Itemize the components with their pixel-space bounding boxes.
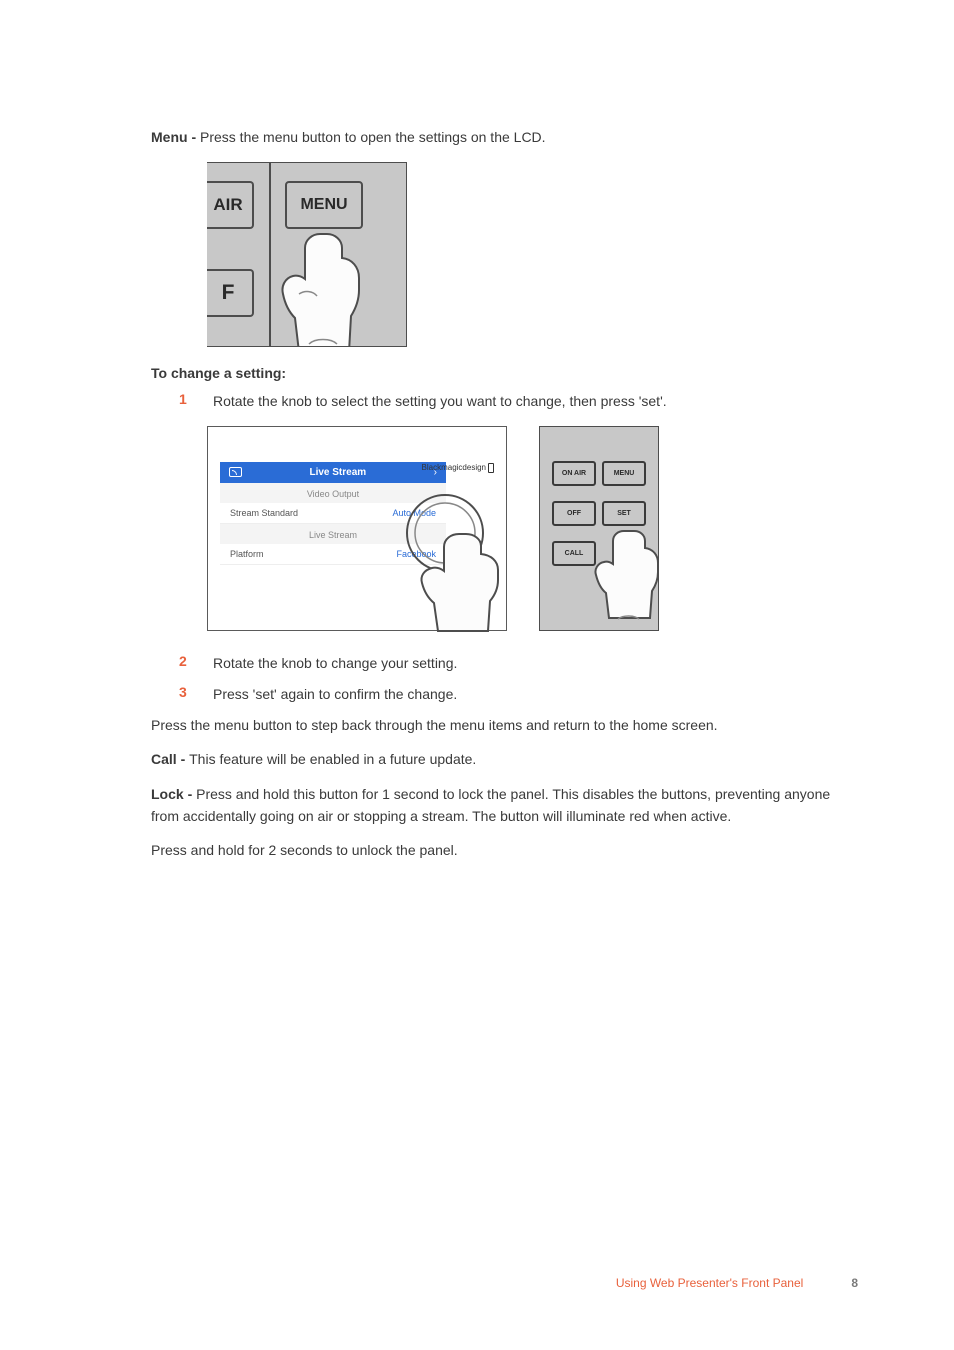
brand-icon bbox=[488, 463, 494, 473]
unlock-text: Press and hold for 2 seconds to unlock t… bbox=[151, 840, 837, 862]
step-1: 1 Rotate the knob to select the setting … bbox=[179, 391, 837, 412]
step-text: Rotate the knob to change your setting. bbox=[213, 653, 457, 674]
control-panel: ON AIR MENU OFF SET CALL bbox=[539, 426, 659, 631]
figure-panel-menu: AIR F MENU bbox=[207, 162, 407, 347]
stream-icon bbox=[229, 467, 242, 477]
panel-divider bbox=[269, 163, 271, 346]
menu-title: Live Stream bbox=[309, 467, 366, 478]
menu-button: MENU bbox=[285, 181, 363, 229]
call-label: Call - bbox=[151, 751, 189, 767]
back-text: Press the menu button to step back throu… bbox=[151, 715, 837, 737]
off-button: OFF bbox=[552, 501, 596, 526]
step-number: 2 bbox=[179, 653, 213, 674]
step-number: 3 bbox=[179, 684, 213, 705]
menu-text: Press the menu button to open the settin… bbox=[200, 129, 546, 145]
lock-label: Lock - bbox=[151, 786, 196, 802]
change-setting-heading: To change a setting: bbox=[151, 365, 837, 381]
step-3: 3 Press 'set' again to confirm the chang… bbox=[179, 684, 837, 705]
footer-section-title: Using Web Presenter's Front Panel bbox=[616, 1276, 804, 1290]
on-air-button: ON AIR bbox=[552, 461, 596, 486]
footer-page-number: 8 bbox=[851, 1276, 858, 1290]
brand-label: Blackmagicdesign bbox=[422, 463, 494, 473]
lcd-screen: Live Stream › Video Output Stream Standa… bbox=[207, 426, 507, 631]
menu-line: Menu - Press the menu button to open the… bbox=[151, 127, 837, 149]
page-footer: Using Web Presenter's Front Panel 8 bbox=[616, 1276, 858, 1290]
menu-label: Menu - bbox=[151, 129, 200, 145]
hand-icon bbox=[279, 228, 377, 347]
step-text: Rotate the knob to select the setting yo… bbox=[213, 391, 667, 412]
call-text: This feature will be enabled in a future… bbox=[189, 751, 476, 767]
step-2: 2 Rotate the knob to change your setting… bbox=[179, 653, 837, 674]
air-button: AIR bbox=[207, 181, 254, 229]
set-button: SET bbox=[602, 501, 646, 526]
figure-screen-controls: Live Stream › Video Output Stream Standa… bbox=[207, 426, 837, 631]
step-number: 1 bbox=[179, 391, 213, 412]
lock-text: Press and hold this button for 1 second … bbox=[151, 786, 830, 824]
menu-button-small: MENU bbox=[602, 461, 646, 486]
lock-line: Lock - Press and hold this button for 1 … bbox=[151, 784, 837, 827]
knob-hand-icon bbox=[400, 478, 520, 638]
panel-hand-icon bbox=[590, 527, 670, 637]
step-text: Press 'set' again to confirm the change. bbox=[213, 684, 457, 705]
f-button: F bbox=[207, 269, 254, 317]
call-line: Call - This feature will be enabled in a… bbox=[151, 749, 837, 771]
